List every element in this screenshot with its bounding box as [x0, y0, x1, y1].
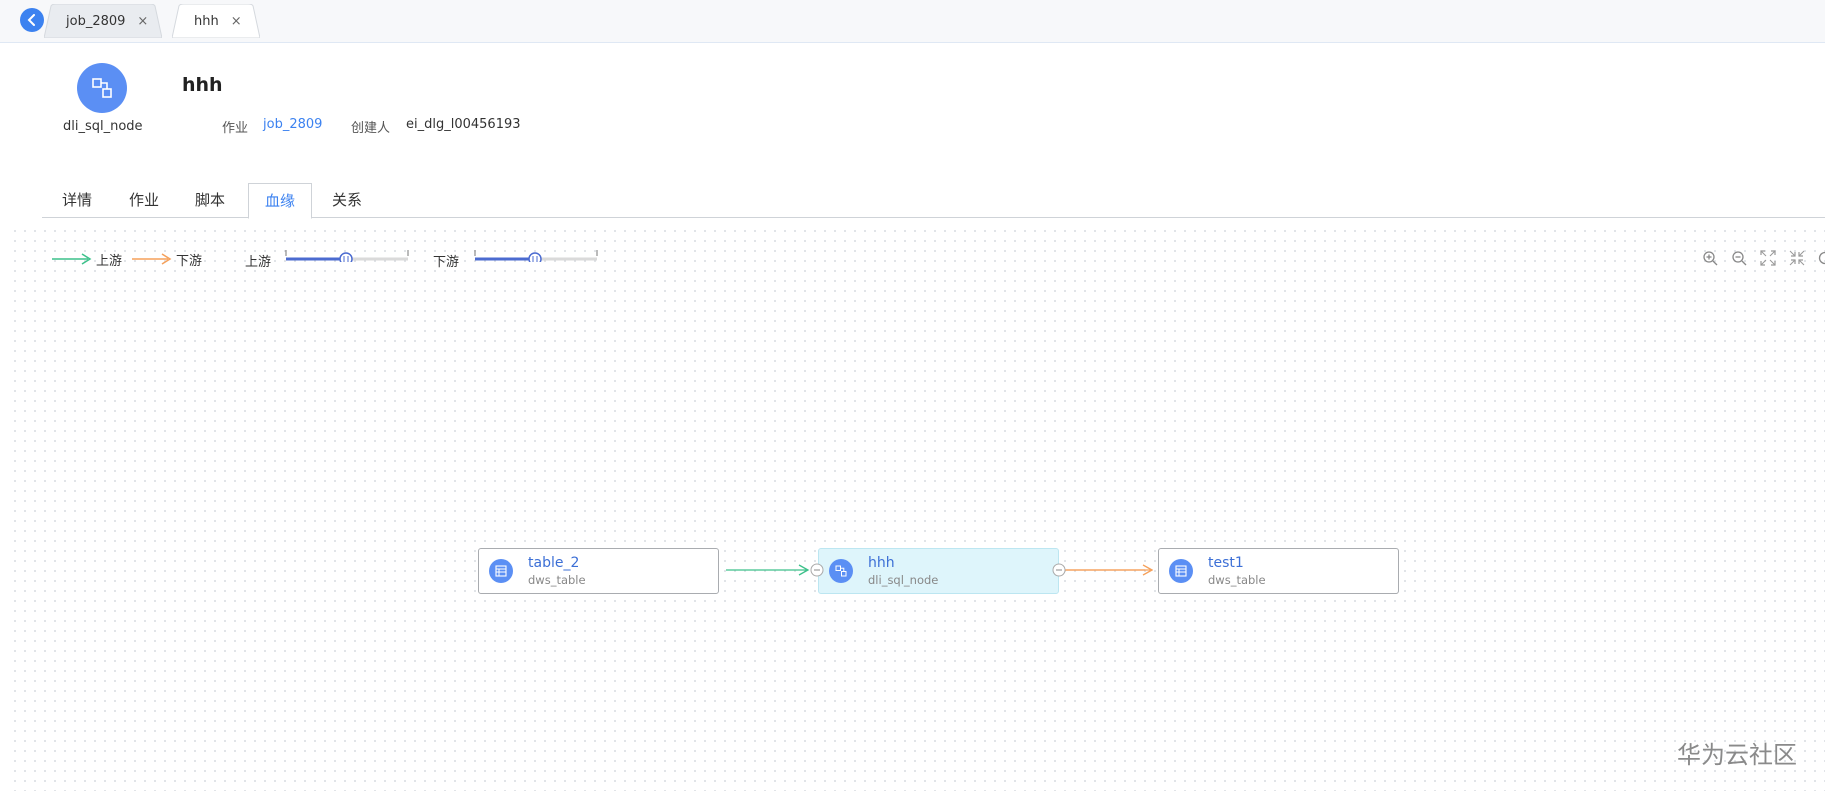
node-type-label: dli_sql_node — [63, 119, 143, 134]
tab-relations[interactable]: 关系 — [332, 183, 362, 217]
tab-job-2809[interactable]: job_2809 × — [44, 4, 162, 38]
refresh-icon[interactable] — [1818, 250, 1825, 266]
fit-icon[interactable] — [1760, 250, 1776, 266]
watermark: 华为云社区 — [1677, 741, 1797, 769]
chevron-left-icon — [27, 14, 35, 26]
node-type-icon — [77, 63, 127, 113]
tab-script[interactable]: 脚本 — [195, 183, 225, 217]
creator-label: 创建人 — [351, 121, 391, 136]
lineage-canvas[interactable] — [10, 226, 1825, 791]
flow-node-icon — [92, 78, 112, 98]
legend-downstream-label: 下游 — [176, 254, 203, 269]
table-icon — [1169, 559, 1193, 583]
downstream-arrow-icon — [132, 253, 172, 265]
collapse-upstream-handle[interactable] — [810, 563, 824, 577]
lineage-node-hhh[interactable]: hhh dli_sql_node — [818, 548, 1059, 594]
zoom-out-icon[interactable] — [1731, 250, 1747, 266]
section-tabs: 详情 作业 脚本 血缘 关系 — [42, 183, 1825, 219]
tab-label: job_2809 — [66, 13, 126, 29]
table-icon — [489, 559, 513, 583]
tab-job[interactable]: 作业 — [129, 183, 159, 217]
node-type: dws_table — [528, 573, 586, 587]
node-type: dws_table — [1208, 573, 1266, 587]
node-type: dli_sql_node — [868, 573, 939, 587]
tab-bar: job_2809 × hhh × — [0, 0, 1825, 43]
close-icon[interactable]: × — [231, 14, 242, 29]
lineage-node-table-2[interactable]: table_2 dws_table — [478, 548, 719, 594]
creator-value: ei_dlg_l00456193 — [406, 117, 521, 132]
collapse-downstream-handle[interactable] — [1052, 563, 1066, 577]
upstream-slider-label: 上游 — [245, 255, 272, 270]
collapse-icon[interactable] — [1789, 250, 1805, 266]
flow-node-icon — [829, 559, 853, 583]
job-label: 作业 — [222, 121, 249, 136]
tab-lineage[interactable]: 血缘 — [248, 183, 312, 219]
tab-label: hhh — [194, 13, 219, 29]
lineage-node-test1[interactable]: test1 dws_table — [1158, 548, 1399, 594]
page-title: hhh — [182, 74, 223, 96]
close-icon[interactable]: × — [137, 14, 148, 29]
downstream-depth-slider[interactable] — [472, 248, 600, 262]
tab-details[interactable]: 详情 — [62, 183, 92, 217]
zoom-in-icon[interactable] — [1702, 250, 1718, 266]
downstream-edge-end — [1063, 564, 1153, 576]
node-name: hhh — [868, 555, 895, 571]
node-name: table_2 — [528, 555, 580, 571]
job-link[interactable]: job_2809 — [263, 117, 322, 132]
upstream-depth-slider[interactable] — [283, 248, 411, 262]
downstream-slider-label: 下游 — [433, 255, 460, 270]
upstream-arrow-icon — [52, 253, 92, 265]
node-name: test1 — [1208, 555, 1244, 571]
tab-hhh[interactable]: hhh × — [172, 4, 260, 38]
back-button[interactable] — [20, 8, 44, 32]
legend-upstream-label: 上游 — [96, 254, 123, 269]
